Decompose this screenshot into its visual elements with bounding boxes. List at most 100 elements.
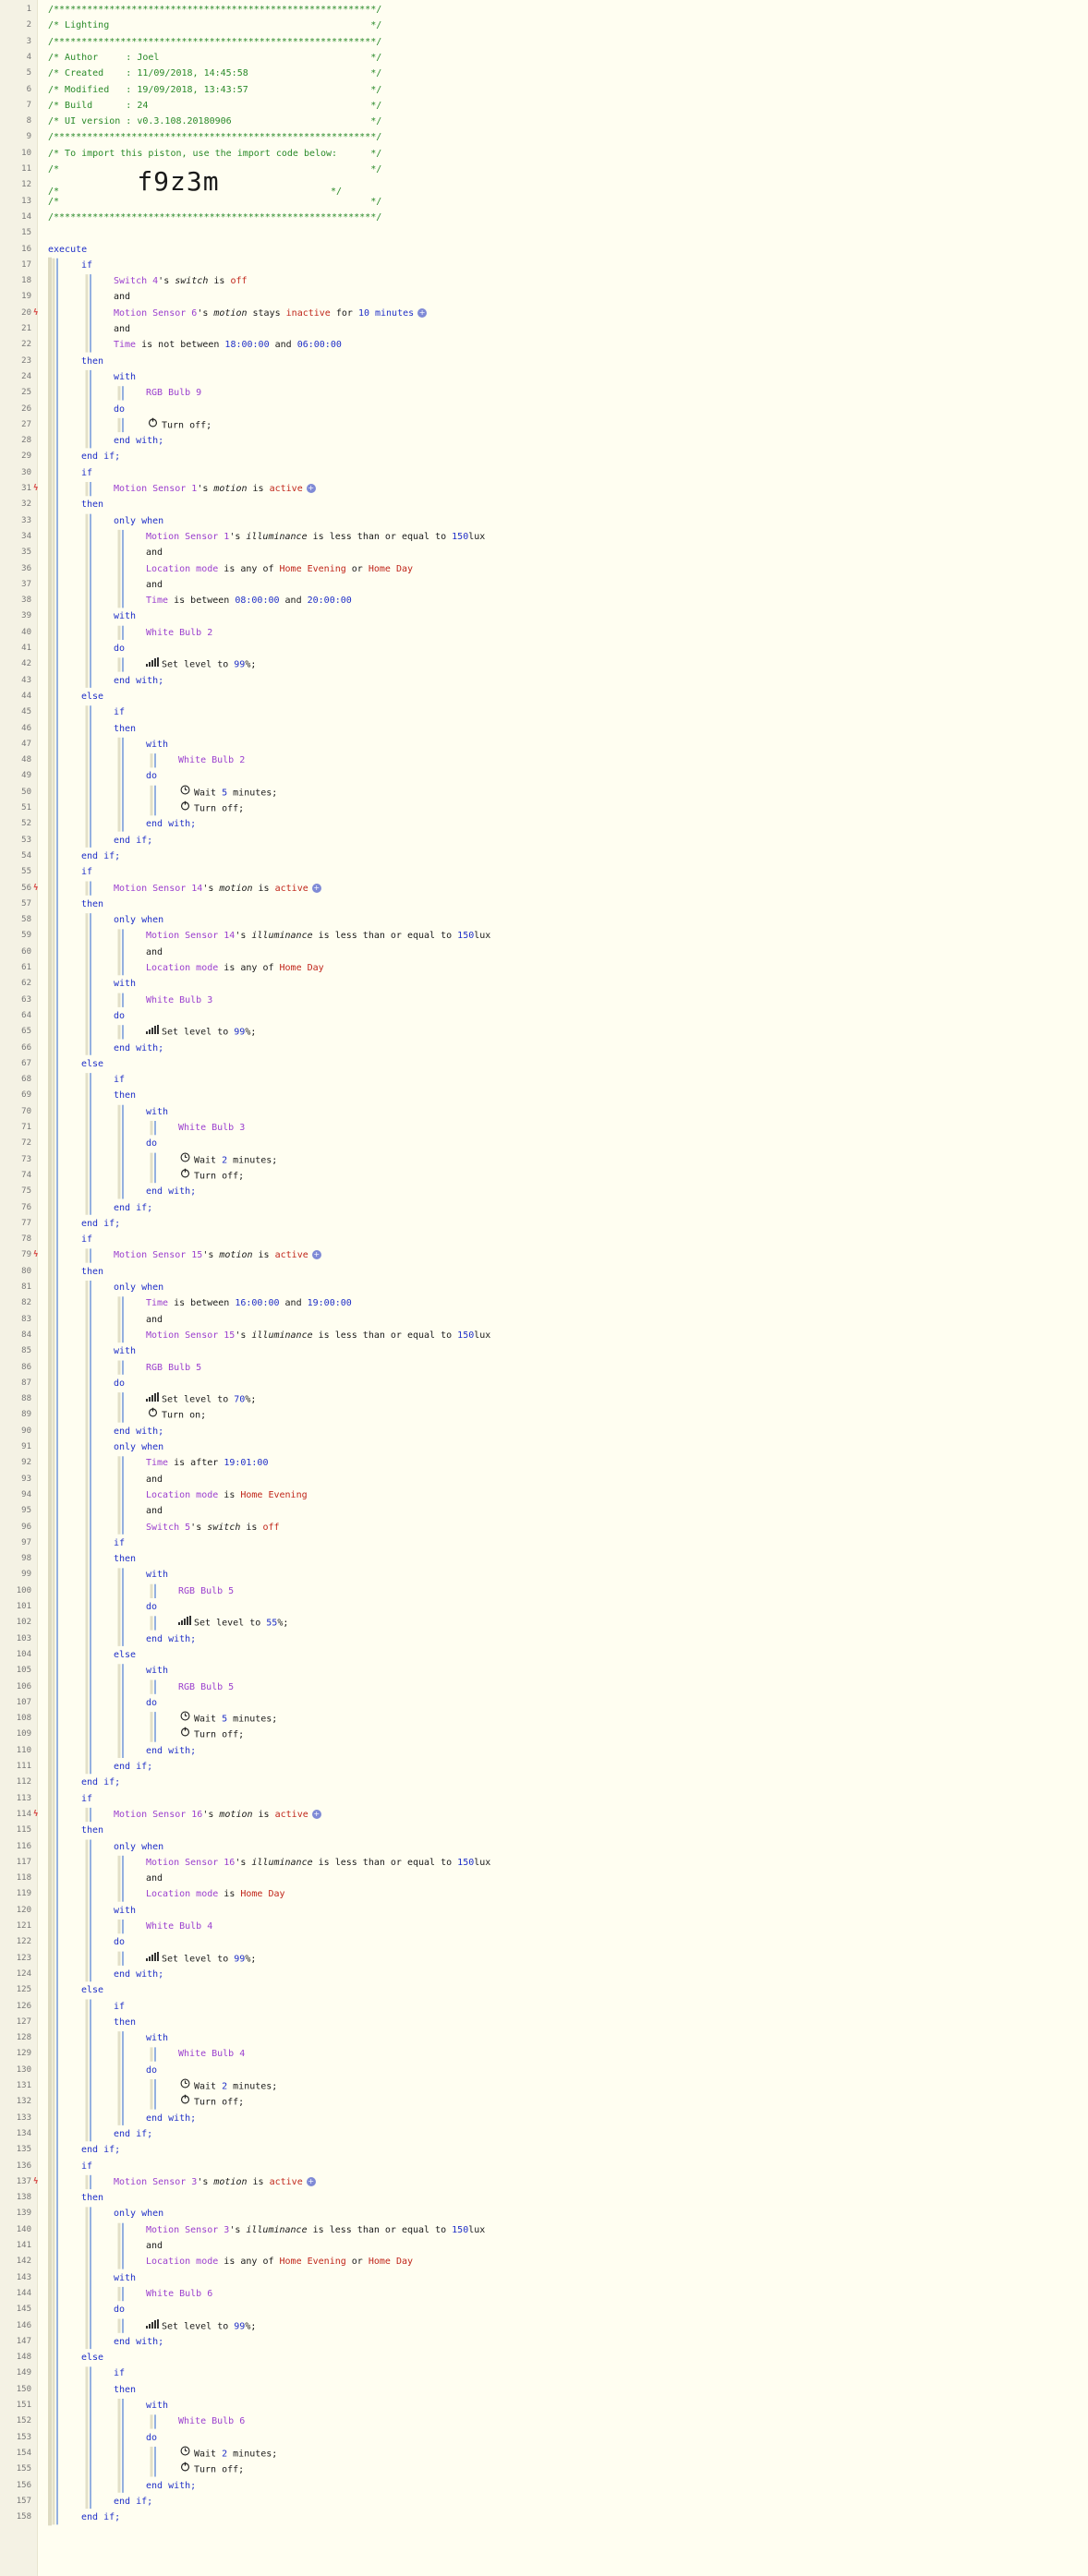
device-name[interactable]: Motion Sensor 15 [114,1250,202,1260]
device-name[interactable]: White Bulb 6 [146,2289,212,2299]
statement[interactable]: /* Lighting */ [48,18,381,33]
statement[interactable]: /***************************************… [48,2,381,18]
statement[interactable]: only when [114,1839,163,1855]
device-name[interactable]: Location mode [146,1490,218,1500]
device-name[interactable]: Time [146,1298,168,1308]
statement[interactable]: White Bulb 6 [178,2413,245,2429]
statement[interactable]: then [81,1823,103,1838]
statement[interactable]: only when [114,1439,163,1455]
add-icon[interactable]: + [306,2176,316,2186]
statement[interactable]: if [114,704,125,720]
statement[interactable]: Motion Sensor 1's motion is active + [114,481,316,497]
statement[interactable]: Location mode is Home Evening [146,1487,308,1503]
statement[interactable]: and [114,321,130,337]
statement[interactable]: do [114,1934,125,1950]
device-name[interactable]: White Bulb 3 [178,1123,245,1133]
statement[interactable]: Motion Sensor 15's illuminance is less t… [146,1328,490,1343]
statement[interactable]: Turn off; [178,2462,244,2478]
device-name[interactable]: White Bulb 4 [146,1921,212,1932]
statement[interactable]: Set level to 99%; [146,656,256,673]
statement[interactable]: /* */ [48,194,381,210]
statement[interactable]: end if; [114,1200,152,1216]
statement[interactable]: do [114,2302,125,2317]
statement[interactable]: Set level to 99%; [146,2318,256,2335]
device-name[interactable]: Motion Sensor 14 [146,931,235,941]
device-name[interactable]: Motion Sensor 15 [146,1330,235,1341]
statement[interactable]: Location mode is Home Day [146,1886,285,1902]
device-name[interactable]: Time [146,1458,168,1468]
statement[interactable]: Motion Sensor 14's motion is active + [114,881,321,897]
device-name[interactable]: White Bulb 2 [146,628,212,638]
statement[interactable]: with [114,2270,136,2286]
statement[interactable]: if [81,1232,92,1247]
statement[interactable]: do [114,1376,125,1391]
statement[interactable]: else [81,1982,103,1998]
statement[interactable]: end if; [81,849,120,864]
statement[interactable]: RGB Bulb 5 [178,1583,234,1599]
device-name[interactable]: Time [114,340,136,350]
statement[interactable]: else [81,689,103,704]
statement[interactable]: and [146,945,163,960]
device-name[interactable]: White Bulb 6 [178,2416,245,2426]
statement[interactable]: White Bulb 3 [178,1120,245,1136]
device-name[interactable]: Switch 5 [146,1523,190,1533]
statement[interactable]: end with; [146,1184,196,1199]
statement[interactable]: Wait 2 minutes; [178,1152,277,1169]
statement[interactable]: RGB Bulb 5 [178,1679,234,1695]
statement[interactable]: end with; [114,1041,163,1056]
statement[interactable]: Turn off; [178,1168,244,1185]
device-name[interactable]: Motion Sensor 14 [114,884,202,894]
statement[interactable]: Set level to 99%; [146,1024,256,1041]
statement[interactable]: do [146,1136,157,1151]
device-name[interactable]: Location mode [146,963,218,973]
statement[interactable]: and [146,545,163,560]
statement[interactable]: then [114,1088,136,1103]
device-name[interactable]: RGB Bulb 5 [146,1363,201,1373]
statement[interactable]: RGB Bulb 9 [146,385,201,401]
statement[interactable]: then [114,2382,136,2398]
device-name[interactable]: Time [146,596,168,606]
statement[interactable]: White Bulb 4 [178,2046,245,2062]
statement[interactable]: with [114,976,136,992]
statement[interactable]: do [114,641,125,656]
statement[interactable]: if [114,2365,125,2381]
statement[interactable]: Wait 5 minutes; [178,785,277,801]
statement[interactable]: if [81,258,92,273]
statement[interactable]: only when [114,912,163,928]
statement[interactable]: with [146,737,168,752]
statement[interactable]: if [81,465,92,481]
device-name[interactable]: Location mode [146,2257,218,2267]
device-name[interactable]: White Bulb 4 [178,2049,245,2059]
device-name[interactable]: Motion Sensor 16 [114,1810,202,1820]
device-name[interactable]: Motion Sensor 3 [114,2177,197,2187]
statement[interactable]: end if; [81,1775,120,1790]
statement[interactable]: end if; [114,2126,152,2142]
statement[interactable]: /* UI version : v0.3.108.20180906 */ [48,114,381,129]
statement[interactable]: do [114,1008,125,1024]
statement[interactable]: do [146,2430,157,2446]
statement[interactable]: do [114,402,125,417]
statement[interactable]: Turn off; [146,417,212,434]
statement[interactable]: Motion Sensor 15's motion is active + [114,1247,321,1263]
statement[interactable]: White Bulb 2 [178,752,245,768]
statement[interactable]: do [146,1599,157,1615]
statement[interactable]: /* To import this piston, use the import… [48,146,381,162]
statement[interactable]: Switch 4's switch is off [114,273,248,289]
statement[interactable]: and [146,577,163,593]
statement[interactable]: then [81,2190,103,2206]
statement[interactable]: if [81,1791,92,1807]
statement[interactable]: White Bulb 3 [146,993,212,1008]
statement[interactable]: execute [48,242,87,258]
statement[interactable]: Set level to 99%; [146,1951,256,1968]
statement[interactable]: and [146,1871,163,1886]
statement[interactable]: end if; [114,1759,152,1775]
statement[interactable]: Time is between 08:00:00 and 20:00:00 [146,593,352,608]
statement[interactable]: and [146,1472,163,1487]
statement[interactable]: if [114,1072,125,1088]
statement[interactable]: Location mode is any of Home Day [146,960,324,976]
statement[interactable]: /***************************************… [48,210,381,225]
statement[interactable]: White Bulb 4 [146,1919,212,1934]
statement[interactable]: then [114,1551,136,1567]
statement[interactable]: with [146,1663,168,1679]
statement[interactable]: and [146,1503,163,1519]
